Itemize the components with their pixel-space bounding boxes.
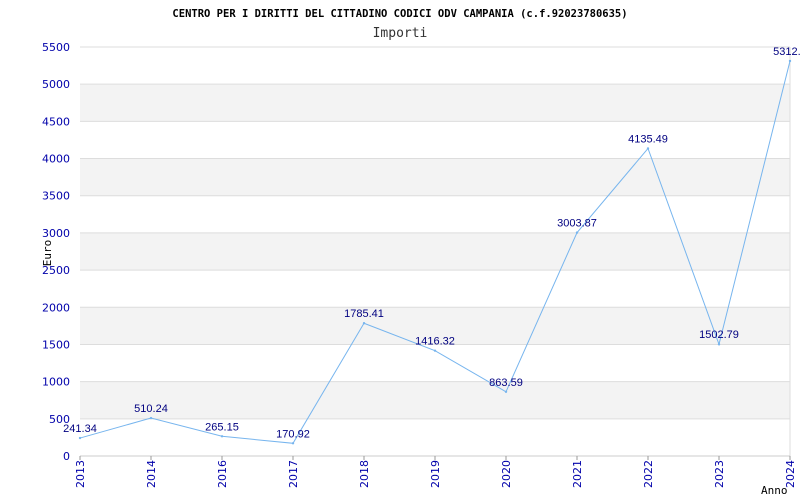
grid-band (80, 121, 790, 159)
data-label: 4135.49 (628, 133, 668, 145)
grid-bands (80, 47, 790, 456)
data-point (78, 436, 82, 440)
chart-title: CENTRO PER I DIRITTI DEL CITTADINO CODIC… (172, 8, 627, 20)
x-tick-label: 2018 (358, 460, 371, 488)
data-point (646, 147, 650, 150)
y-axis-title: Euro (41, 240, 54, 267)
y-tick-label: 5500 (42, 41, 70, 54)
y-tick-label: 5000 (42, 78, 70, 91)
grid-band (80, 47, 790, 85)
grid-band (80, 270, 790, 308)
data-label: 265.15 (205, 421, 239, 433)
data-point (788, 59, 792, 63)
y-tick-label: 4000 (42, 153, 70, 166)
data-label: 510.24 (134, 403, 168, 415)
chart-subtitle: Importi (373, 26, 428, 41)
x-axis-title: Anno (761, 484, 788, 497)
data-label: 863.59 (489, 377, 523, 389)
data-point (291, 442, 295, 445)
data-point (220, 435, 224, 438)
grid-band (80, 195, 790, 233)
x-tick-label: 2013 (74, 460, 87, 488)
y-tick-label: 1000 (42, 376, 70, 389)
x-tick-label: 2023 (713, 460, 726, 488)
data-point (575, 231, 579, 234)
y-tick-label: 0 (63, 450, 70, 463)
data-point (149, 416, 153, 420)
line-chart: 0500100015002000250030003500400045005000… (41, 8, 800, 497)
data-label: 170.92 (276, 428, 310, 440)
data-label: 1502.79 (699, 329, 739, 341)
data-label: 1785.41 (344, 308, 384, 320)
data-label: 1416.32 (415, 336, 455, 348)
x-tick-label: 2017 (287, 460, 300, 488)
data-point (504, 390, 508, 393)
x-tick-label: 2014 (145, 460, 158, 488)
grid-band (80, 381, 790, 419)
data-label: 241.34 (63, 423, 97, 435)
y-tick-label: 3500 (42, 190, 70, 203)
grid-band (80, 158, 790, 196)
x-tick-label: 2021 (571, 460, 584, 488)
y-tick-label: 3000 (42, 227, 70, 240)
y-tick-label: 2000 (42, 301, 70, 314)
x-tick-label: 2020 (500, 460, 513, 488)
data-point (433, 349, 437, 352)
grid-band (80, 232, 790, 271)
data-point (362, 322, 366, 325)
data-point (717, 343, 721, 346)
x-tick-label: 2016 (216, 460, 229, 488)
y-tick-label: 4500 (42, 115, 70, 128)
y-tick-label: 1500 (42, 338, 70, 351)
grid-band (80, 84, 790, 122)
data-label: 5312.1 (773, 46, 800, 58)
data-label: 3003.87 (557, 218, 597, 230)
x-tick-label: 2019 (429, 460, 442, 488)
grid-band (80, 418, 790, 456)
x-axis-ticks: 2013 2014 2016 2017 2018 2019 2020 2021 2022 2023… (74, 456, 797, 488)
x-tick-label: 2022 (642, 460, 655, 488)
